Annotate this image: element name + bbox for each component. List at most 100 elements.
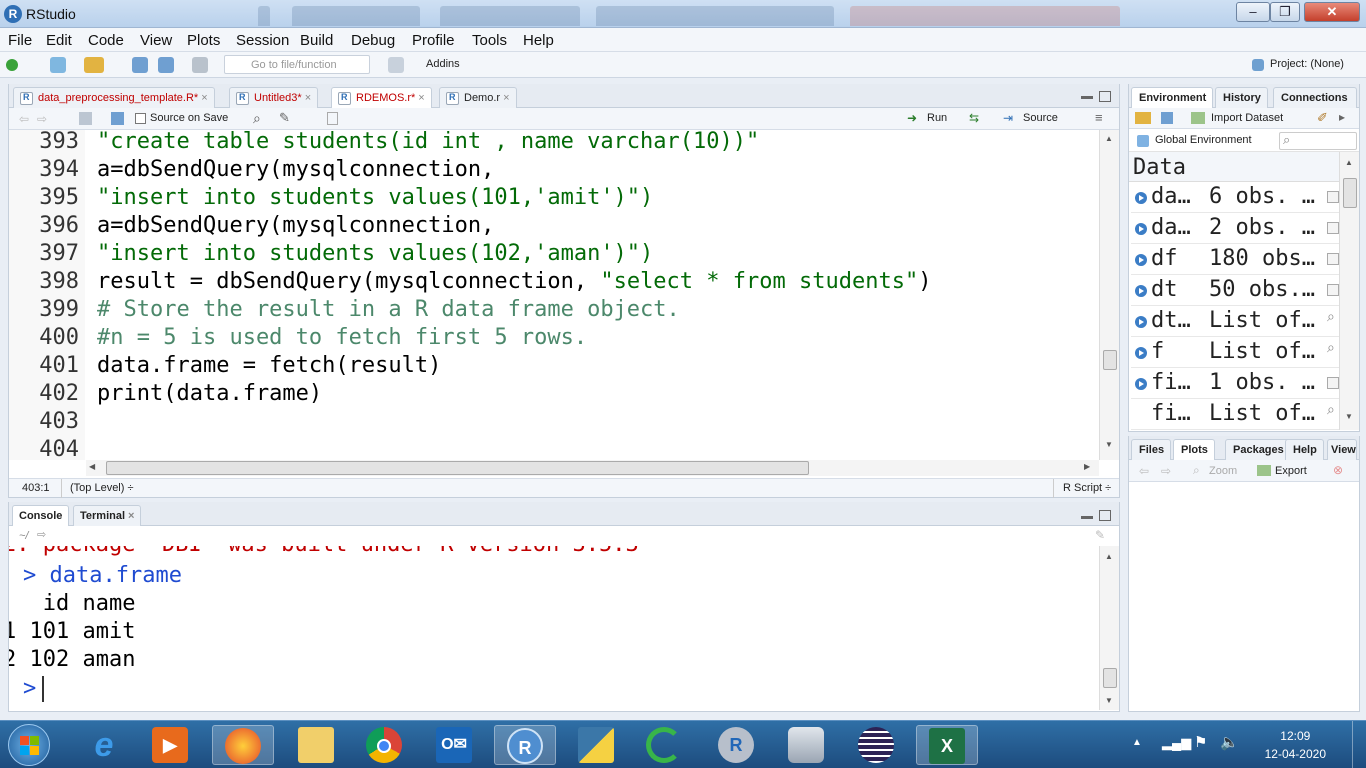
maximize-pane-icon[interactable]	[1099, 91, 1111, 102]
menu-session[interactable]: Session	[236, 32, 289, 49]
go-to-directory-icon[interactable]: ⇨	[37, 528, 46, 541]
global-environment-menu[interactable]: Global Environment	[1155, 134, 1252, 146]
close-button[interactable]: ✕	[1304, 2, 1360, 22]
search-icon[interactable]: ⌕	[253, 110, 261, 127]
console-prompt-line[interactable]: >	[23, 676, 50, 701]
scope-menu[interactable]: (Top Level) ÷	[70, 482, 134, 494]
menu-build[interactable]: Build	[300, 32, 333, 49]
source-on-save-checkbox[interactable]	[135, 113, 146, 124]
env-row[interactable]: fi… List of… ⌕	[1131, 399, 1341, 430]
new-file-icon[interactable]	[6, 59, 18, 71]
save-all-icon[interactable]	[158, 57, 174, 73]
search-icon[interactable]: ⌕	[1327, 339, 1339, 355]
tab-demo[interactable]: Demo.r×	[439, 87, 517, 109]
project-menu[interactable]: Project: (None)	[1270, 58, 1344, 70]
environment-vertical-scrollbar[interactable]: ▲ ▼	[1339, 152, 1359, 430]
env-row[interactable]: da… 2 obs. …	[1131, 213, 1341, 244]
taskbar-r-gui[interactable]: R	[706, 725, 768, 765]
network-icon[interactable]: ▂▄▆	[1162, 735, 1191, 751]
taskbar-chrome[interactable]	[354, 725, 416, 765]
save-icon[interactable]	[132, 57, 148, 73]
load-workspace-icon[interactable]	[1135, 112, 1151, 124]
env-row[interactable]: fi… 1 obs. …	[1131, 368, 1341, 399]
minimize-pane-icon[interactable]	[1081, 516, 1093, 519]
taskbar-eclipse[interactable]	[846, 725, 908, 765]
scroll-up-icon[interactable]: ▲	[1345, 158, 1353, 167]
taskbar-clock[interactable]: 12:09 12-04-2020	[1265, 727, 1326, 763]
code-area[interactable]: 393 "create table students(id int , name …	[9, 130, 1099, 460]
expand-icon[interactable]	[1135, 254, 1147, 266]
taskbar-excel[interactable]: X	[916, 725, 978, 765]
open-file-icon[interactable]	[84, 57, 104, 73]
grid-view-icon[interactable]	[1327, 284, 1339, 296]
menu-code[interactable]: Code	[88, 32, 124, 49]
start-button[interactable]	[8, 724, 50, 766]
tab-viewer[interactable]: View	[1327, 439, 1357, 461]
env-row[interactable]: f List of… ⌕	[1131, 337, 1341, 368]
show-in-window-icon[interactable]	[79, 112, 92, 125]
code-tools-icon[interactable]: ✎	[279, 110, 290, 126]
scroll-thumb[interactable]	[1103, 668, 1117, 688]
tab-data-preprocessing[interactable]: data_preprocessing_template.R*×	[13, 87, 215, 109]
new-project-icon[interactable]	[50, 57, 66, 73]
minimize-pane-icon[interactable]	[1081, 96, 1093, 99]
scroll-left-icon[interactable]: ◀	[89, 462, 95, 471]
grid-view-icon[interactable]	[1327, 222, 1339, 234]
taskbar-outlook[interactable]: O✉	[424, 725, 486, 765]
menu-plots[interactable]: Plots	[187, 32, 220, 49]
editor-vertical-scrollbar[interactable]: ▲ ▼	[1099, 130, 1119, 460]
grid-view-icon[interactable]	[1327, 253, 1339, 265]
expand-icon[interactable]	[1135, 378, 1147, 390]
broom-icon[interactable]: ✐	[1317, 110, 1328, 126]
scroll-down-icon[interactable]: ▼	[1105, 440, 1113, 449]
editor-horizontal-scrollbar[interactable]: ◀ ▶	[86, 460, 1099, 476]
taskbar-python[interactable]	[566, 725, 628, 765]
tab-terminal[interactable]: Terminal ×	[73, 505, 142, 527]
next-plot-icon[interactable]: ⇨	[1161, 464, 1171, 478]
close-tab-icon[interactable]: ×	[128, 510, 134, 522]
scroll-thumb[interactable]	[1343, 178, 1357, 208]
h-scroll-thumb[interactable]	[106, 461, 809, 475]
volume-icon[interactable]: 🔈	[1220, 733, 1239, 751]
close-tab-icon[interactable]: ×	[503, 92, 509, 104]
taskbar-loader[interactable]	[634, 725, 696, 765]
tab-plots[interactable]: Plots	[1173, 439, 1215, 462]
expand-icon[interactable]	[1135, 316, 1147, 328]
tab-rdemos[interactable]: RDEMOS.r*×	[331, 87, 432, 110]
close-tab-icon[interactable]: ×	[418, 92, 424, 104]
env-row[interactable]: df 180 obs…	[1131, 244, 1341, 275]
print-icon[interactable]	[192, 57, 208, 73]
taskbar-explorer[interactable]	[286, 725, 348, 765]
rerun-icon[interactable]: ⇆	[969, 111, 979, 125]
compile-report-icon[interactable]	[327, 112, 338, 125]
maximize-button[interactable]: ❐	[1270, 2, 1300, 22]
back-icon[interactable]: ⇦	[19, 112, 29, 126]
menu-file[interactable]: File	[8, 32, 32, 49]
tab-environment[interactable]: Environment	[1131, 87, 1214, 110]
scroll-up-icon[interactable]: ▲	[1105, 134, 1113, 143]
expand-icon[interactable]	[1135, 192, 1147, 204]
addins-menu[interactable]: Addins	[426, 58, 460, 70]
tab-help[interactable]: Help	[1285, 439, 1324, 461]
grid-view-icon[interactable]	[1327, 191, 1339, 203]
tab-untitled3[interactable]: Untitled3*×	[229, 87, 319, 109]
source-button[interactable]: Source	[1023, 112, 1058, 124]
previous-plot-icon[interactable]: ⇦	[1139, 464, 1149, 478]
close-tab-icon[interactable]: ×	[305, 92, 311, 104]
taskbar-firefox[interactable]	[212, 725, 274, 765]
goto-file-input[interactable]: Go to file/function	[224, 55, 370, 74]
menu-edit[interactable]: Edit	[46, 32, 72, 49]
menu-help[interactable]: Help	[523, 32, 554, 49]
menu-debug[interactable]: Debug	[351, 32, 395, 49]
grid-view-icon[interactable]	[1327, 377, 1339, 389]
taskbar-rstudio[interactable]: R	[494, 725, 556, 765]
env-row[interactable]: da… 6 obs. …	[1131, 182, 1341, 213]
scroll-thumb[interactable]	[1103, 350, 1117, 370]
maximize-pane-icon[interactable]	[1099, 510, 1111, 521]
menu-tools[interactable]: Tools	[472, 32, 507, 49]
env-row[interactable]: dt 50 obs.…	[1131, 275, 1341, 306]
close-tab-icon[interactable]: ×	[201, 92, 207, 104]
tab-files[interactable]: Files	[1131, 439, 1172, 461]
tab-packages[interactable]: Packages	[1225, 439, 1291, 461]
grid-layout-icon[interactable]	[388, 57, 404, 73]
